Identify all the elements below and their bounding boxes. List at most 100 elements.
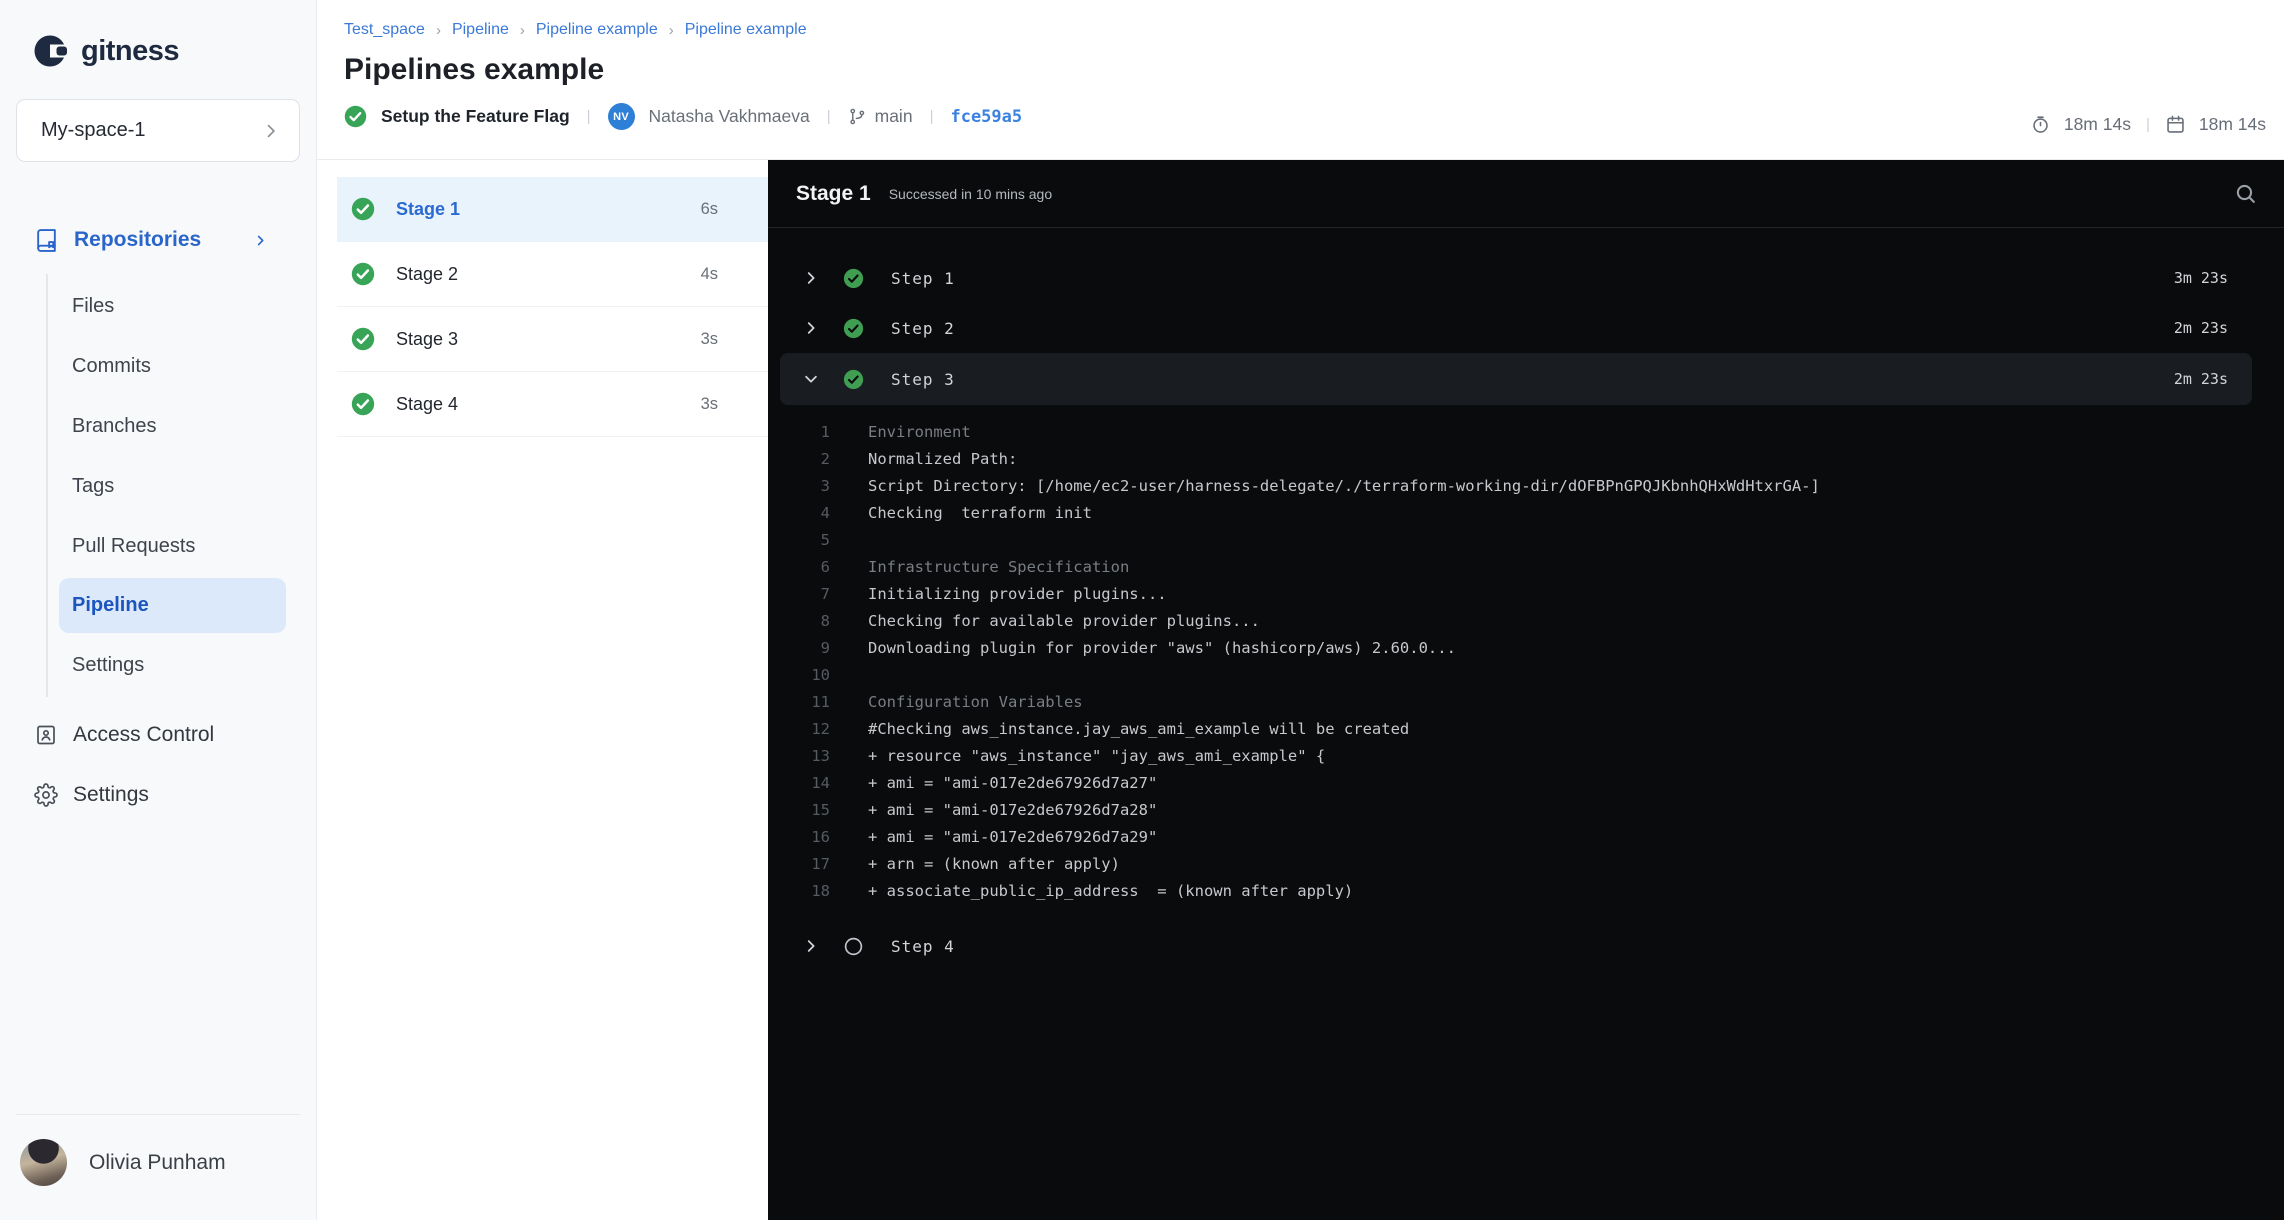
user-name: Olivia Punham <box>89 1150 226 1174</box>
breadcrumb-separator-icon: › <box>519 21 525 39</box>
gitness-logo: gitness <box>30 30 316 72</box>
step-name: Step 1 <box>891 268 955 288</box>
success-check-icon <box>344 105 367 128</box>
log-line-text: + arn = (known after apply) <box>868 855 1120 873</box>
step-name: Step 3 <box>891 369 955 389</box>
chevron-right-icon <box>802 269 822 287</box>
branch-name: main <box>874 106 913 126</box>
search-icon[interactable] <box>2233 181 2258 206</box>
log-line-number: 13 <box>811 747 830 765</box>
pending-circle-icon <box>843 936 864 957</box>
log-line: 10 <box>768 662 2284 689</box>
stage-name: Stage 3 <box>396 328 459 349</box>
log-line-number: 2 <box>820 450 830 468</box>
sidebar-item-files[interactable]: Files <box>48 276 316 336</box>
log-line-number: 3 <box>820 477 830 495</box>
log-line: 2 Normalized Path: <box>768 446 2284 473</box>
id-badge-icon <box>34 723 58 747</box>
log-line-text: Script Directory: [/home/ec2-user/harnes… <box>868 477 1820 495</box>
user-profile[interactable]: Olivia Punham <box>0 1115 316 1220</box>
log-line-text: Checking for available provider plugins.… <box>868 612 1260 630</box>
gear-icon <box>34 783 58 807</box>
log-line-number: 14 <box>811 774 830 792</box>
log-line: 15 + ami = "ami-017e2de67926d7a28" <box>768 797 2284 824</box>
log-line-number: 8 <box>820 612 830 630</box>
breadcrumb: Test_space › Pipeline › Pipeline example › Pip… <box>344 21 2266 39</box>
log-line: 17 + arn = (known after apply) <box>768 851 2284 878</box>
log-line-number: 4 <box>820 504 830 522</box>
stage-duration: 3s <box>700 329 718 348</box>
separator: | <box>586 108 591 125</box>
step-row[interactable]: Step 2 2m 23s <box>780 303 2252 353</box>
log-line: 8 Checking for available provider plugin… <box>768 608 2284 635</box>
repo-subnav: Files Commits Branches Tags Pull Requests Pip… <box>46 274 316 697</box>
log-line-number: 17 <box>811 855 830 873</box>
finished-time: 18m 14s <box>2198 114 2266 134</box>
log-line: 18 + associate_public_ip_address = (know… <box>768 878 2284 905</box>
sidebar-item-label: Settings <box>73 783 149 806</box>
sidebar-item-repositories[interactable]: Repositories <box>0 210 316 270</box>
main-area: Test_space › Pipeline › Pipeline example › Pip… <box>317 0 2284 1220</box>
space-selector[interactable]: My-space-1 <box>16 99 300 162</box>
stage-duration: 6s <box>700 199 718 218</box>
step-duration: 2m 23s <box>2173 370 2228 388</box>
log-line: 3 Script Directory: [/home/ec2-user/harn… <box>768 473 2284 500</box>
log-line: 7 Initializing provider plugins... <box>768 581 2284 608</box>
stage-duration: 4s <box>700 264 718 283</box>
step-name: Step 2 <box>891 318 955 338</box>
log-line-number: 6 <box>820 558 830 576</box>
breadcrumb-link[interactable]: Pipeline <box>452 21 509 39</box>
commit-sha-link[interactable]: fce59a5 <box>950 107 1022 127</box>
log-line-text: + associate_public_ip_address = (known a… <box>868 882 1354 900</box>
stage-row[interactable]: Stage 4 3s <box>337 372 768 437</box>
log-line: 16 + ami = "ami-017e2de67926d7a29" <box>768 824 2284 851</box>
calendar-icon <box>2165 114 2186 135</box>
separator: | <box>826 108 831 125</box>
step-row[interactable]: Step 1 3m 23s <box>780 253 2252 303</box>
log-line: 4 Checking terraform init <box>768 500 2284 527</box>
log-line-text: Environment <box>868 423 971 441</box>
pipeline-content: Stage 1 6s Stage 2 4s Stage 3 3s Stage 4… <box>317 160 2284 1220</box>
step-row[interactable]: Step 3 2m 23s <box>780 353 2252 405</box>
sidebar-item-access-control[interactable]: Access Control <box>0 705 316 765</box>
stage-row[interactable]: Stage 3 3s <box>337 307 768 372</box>
sidebar-item-tags[interactable]: Tags <box>48 456 316 516</box>
gitness-logo-icon <box>30 30 72 72</box>
space-selector-label: My-space-1 <box>41 119 146 141</box>
success-check-icon <box>351 197 375 221</box>
sidebar-item-label: Repositories <box>74 228 202 251</box>
sidebar-item-pull-requests[interactable]: Pull Requests <box>48 516 316 576</box>
sidebar-item-branches[interactable]: Branches <box>48 396 316 456</box>
stage-name: Stage 1 <box>396 198 461 219</box>
separator: | <box>2145 116 2150 133</box>
stopwatch-icon <box>2030 114 2051 135</box>
brand-name: gitness <box>81 34 180 67</box>
log-line-text: + ami = "ami-017e2de67926d7a28" <box>868 801 1158 819</box>
elapsed-time: 18m 14s <box>2063 114 2131 134</box>
sidebar-item-settings[interactable]: Settings <box>0 765 316 825</box>
breadcrumb-link[interactable]: Pipeline example <box>685 21 807 39</box>
log-line-number: 18 <box>811 882 830 900</box>
sidebar-item-settings[interactable]: Settings <box>48 635 316 695</box>
stage-row[interactable]: Stage 2 4s <box>337 242 768 307</box>
sidebar-item-pipeline[interactable]: Pipeline <box>59 578 286 633</box>
stage-list: Stage 1 6s Stage 2 4s Stage 3 3s Stage 4… <box>317 160 768 1220</box>
log-line: 1 Environment <box>768 419 2284 446</box>
log-line-number: 9 <box>820 639 830 657</box>
log-line-number: 10 <box>811 666 830 684</box>
sidebar-nav: Repositories Files Commits Branches Tags Pul… <box>0 210 316 825</box>
breadcrumb-link[interactable]: Pipeline example <box>536 21 658 39</box>
chevron-right-icon <box>802 319 822 337</box>
sidebar-item-commits[interactable]: Commits <box>48 336 316 396</box>
separator: | <box>929 108 934 125</box>
log-line: 5 <box>768 527 2284 554</box>
author-avatar: NV <box>607 103 635 130</box>
step-row[interactable]: Step 4 <box>780 921 2252 971</box>
console-status-text: Successed in 10 mins ago <box>888 185 1053 202</box>
stage-row[interactable]: Stage 1 6s <box>337 177 768 242</box>
log-line-number: 15 <box>811 801 830 819</box>
git-branch-icon <box>848 107 867 126</box>
log-line-number: 7 <box>820 585 830 603</box>
commit-message: Setup the Feature Flag <box>381 106 570 126</box>
breadcrumb-link[interactable]: Test_space <box>344 21 425 39</box>
